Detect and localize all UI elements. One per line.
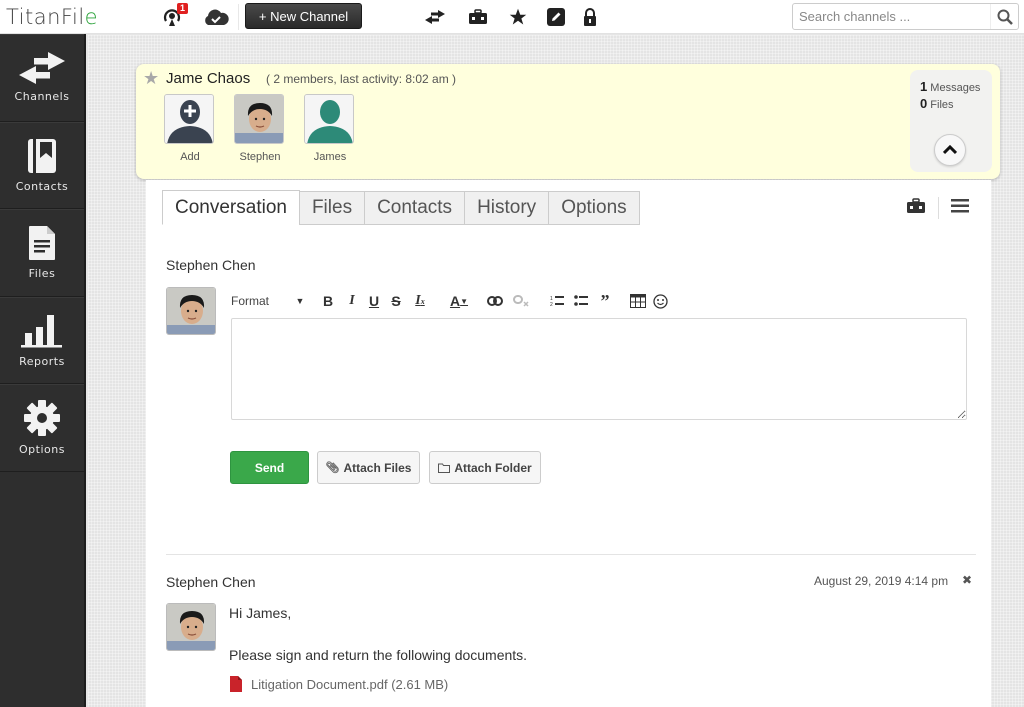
channel-stats: 1 Messages 0 Files (910, 70, 992, 172)
unlink-icon[interactable] (513, 295, 529, 307)
pdf-file-icon (230, 676, 242, 692)
composer-author: Stephen Chen (166, 257, 256, 273)
favorite-star-icon[interactable]: ★ (143, 68, 159, 89)
message-editor[interactable] (231, 318, 967, 420)
tab-conversation[interactable]: Conversation (162, 190, 300, 225)
logo[interactable]: TitanFile (6, 5, 98, 29)
sidebar-item-channels[interactable]: Channels (0, 34, 84, 122)
member-name: Add (180, 151, 200, 163)
tab-history[interactable]: History (464, 191, 550, 225)
attach-folder-button[interactable]: Attach Folder (429, 451, 541, 484)
sidebar-item-options[interactable]: Options (0, 384, 84, 472)
format-dropdown-arrow-icon[interactable]: ▼ (293, 296, 307, 306)
new-channel-button[interactable]: + New Channel (245, 3, 362, 29)
svg-text:2: 2 (550, 302, 553, 307)
blockquote-button[interactable]: ” (597, 291, 613, 312)
edit-icon[interactable] (544, 6, 568, 28)
divider (166, 554, 976, 555)
channel-title: Jame Chaos (166, 70, 251, 87)
message-line: Please sign and return the following doc… (229, 647, 528, 663)
member-name: Stephen (239, 151, 281, 163)
chevron-up-icon (943, 145, 957, 155)
sidebar-item-label: Reports (19, 354, 65, 368)
toolbar-divider (238, 4, 239, 30)
link-icon[interactable] (487, 296, 503, 306)
add-member-button[interactable]: Add (164, 94, 216, 163)
add-member-avatar (164, 94, 214, 144)
member-james[interactable]: James (304, 94, 356, 163)
message-avatar (166, 603, 216, 651)
channel-header: ★ Jame Chaos ( 2 members, last activity:… (136, 64, 1000, 179)
message-line: Hi James, (229, 605, 292, 621)
conversation-panel: Conversation Files Contacts History Opti… (146, 180, 991, 707)
tab-bar: Conversation Files Contacts History Opti… (162, 190, 640, 225)
search-icon[interactable] (990, 4, 1018, 29)
tab-files[interactable]: Files (298, 191, 366, 225)
cloud-check-icon[interactable] (201, 6, 231, 28)
exchange-icon (19, 52, 65, 85)
broadcast-icon[interactable]: 1 (160, 3, 188, 28)
contact-book-icon (28, 138, 56, 173)
panel-tools (906, 197, 969, 219)
italic-button[interactable]: I (345, 293, 359, 309)
sidebar-item-label: Files (28, 267, 56, 281)
composer-avatar (166, 287, 216, 335)
underline-button[interactable]: U (367, 293, 381, 309)
tab-options[interactable]: Options (548, 191, 640, 225)
search-box (792, 3, 1019, 30)
file-icon (29, 226, 55, 261)
message-date: August 29, 2019 4:14 pm (814, 574, 949, 588)
exchange-icon[interactable] (423, 6, 447, 28)
top-bar: TitanFile 1 + New Channel (0, 0, 1024, 34)
briefcase-icon[interactable] (906, 197, 926, 219)
folder-icon (438, 463, 451, 473)
table-icon[interactable] (629, 294, 647, 308)
sidebar-item-label: Channels (14, 90, 70, 104)
sidebar-item-label: Options (19, 443, 65, 457)
strikethrough-button[interactable]: S (389, 293, 403, 309)
message-author: Stephen Chen (166, 574, 256, 590)
messages-stat: 1 Messages (920, 79, 981, 94)
send-button[interactable]: Send (230, 451, 309, 484)
lock-icon[interactable] (578, 6, 602, 28)
stephen-avatar (234, 94, 284, 144)
channel-meta: ( 2 members, last activity: 8:02 am ) (266, 72, 457, 86)
sidebar-item-label: Contacts (15, 179, 69, 193)
collapse-header-button[interactable] (934, 134, 966, 166)
files-stat: 0 Files (920, 96, 954, 111)
delete-message-icon[interactable]: ✖ (962, 573, 972, 587)
emoji-icon[interactable] (652, 293, 668, 309)
attachment-link[interactable]: Litigation Document.pdf (2.61 MB) (230, 676, 448, 692)
menu-icon[interactable] (951, 198, 969, 218)
numbered-list-icon[interactable]: 12 (549, 295, 565, 307)
sidebar: Channels Contacts Files Reports Options (0, 34, 86, 707)
sidebar-item-contacts[interactable]: Contacts (0, 121, 84, 209)
clear-format-button[interactable]: Ix (411, 293, 429, 309)
tools-divider (938, 197, 939, 219)
briefcase-icon[interactable] (466, 6, 490, 28)
member-name: James (313, 151, 347, 163)
editor-toolbar: Format ▼ B I U S Ix A ▼ 12 ” (231, 290, 668, 312)
tab-contacts[interactable]: Contacts (364, 191, 466, 225)
member-stephen[interactable]: Stephen (234, 94, 286, 163)
gear-icon (24, 400, 60, 437)
sidebar-item-files[interactable]: Files (0, 209, 84, 297)
notification-badge: 1 (176, 3, 188, 14)
bullet-list-icon[interactable] (573, 295, 589, 307)
search-input[interactable] (793, 9, 990, 24)
bold-button[interactable]: B (321, 293, 335, 309)
sidebar-item-reports[interactable]: Reports (0, 296, 84, 384)
paperclip-icon: 📎︎ (325, 462, 340, 474)
attach-files-button[interactable]: 📎︎ Attach Files (317, 451, 420, 484)
star-icon[interactable] (506, 6, 530, 28)
format-dropdown[interactable]: Format (231, 294, 293, 308)
text-color-button[interactable]: A ▼ (447, 293, 471, 309)
bar-chart-icon (21, 314, 62, 348)
james-avatar (304, 94, 354, 144)
